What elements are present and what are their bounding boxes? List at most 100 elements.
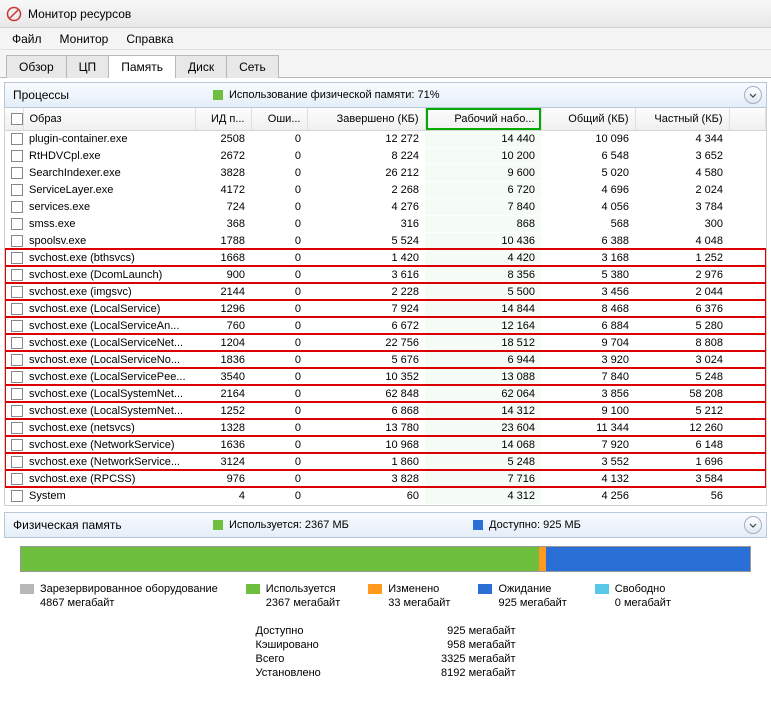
cell-shared: 7 840 [541,368,635,385]
menu-monitor[interactable]: Монитор [52,30,117,48]
tab-network[interactable]: Сеть [226,55,279,78]
col-faults[interactable]: Оши... [251,108,307,130]
cell-faults: 0 [251,402,307,419]
row-checkbox[interactable] [5,317,23,334]
physmem-panel: Зарезервированное оборудование4867 мегаб… [6,546,765,680]
row-checkbox[interactable] [5,249,23,266]
summary-available-value: 925 мегабайт [447,625,515,637]
row-checkbox[interactable] [5,334,23,351]
cell-pid: 3828 [195,164,251,181]
col-commit[interactable]: Завершено (КБ) [307,108,425,130]
table-row[interactable]: plugin-container.exe2508012 27214 44010 … [5,130,766,147]
tab-cpu[interactable]: ЦП [66,55,110,78]
col-checkbox[interactable] [5,108,23,130]
cell-image: svchost.exe (LocalSystemNet... [23,402,195,419]
col-pid[interactable]: ИД п... [195,108,251,130]
table-row[interactable]: System40604 3124 25656 [5,487,766,504]
legend-swatch [595,584,609,594]
row-checkbox[interactable] [5,470,23,487]
row-checkbox[interactable] [5,198,23,215]
legend-text: Ожидание925 мегабайт [498,582,566,610]
table-row[interactable]: svchost.exe (NetworkService...312401 860… [5,453,766,470]
cell-shared: 4 256 [541,487,635,504]
col-workingset[interactable]: Рабочий набо... [425,108,541,130]
menu-help[interactable]: Справка [118,30,181,48]
row-checkbox[interactable] [5,436,23,453]
cell-commit: 13 780 [307,419,425,436]
collapse-icon[interactable] [744,86,762,104]
process-table-wrap: Образ ИД п... Оши... Завершено (КБ) Рабо… [4,108,767,506]
col-spacer [729,108,766,130]
table-row[interactable]: svchost.exe (NetworkService)1636010 9681… [5,436,766,453]
row-checkbox[interactable] [5,164,23,181]
legend-swatch [20,584,34,594]
cell-pid: 3540 [195,368,251,385]
table-row[interactable]: smss.exe3680316868568300 [5,215,766,232]
table-row[interactable]: svchost.exe (LocalServicePee...3540010 3… [5,368,766,385]
collapse-icon[interactable] [744,516,762,534]
cell-workingset: 14 312 [425,402,541,419]
table-row[interactable]: svchost.exe (RPCSS)97603 8287 7164 1323 … [5,470,766,487]
cell-shared: 6 388 [541,232,635,249]
cell-shared: 4 696 [541,181,635,198]
cell-image: svchost.exe (NetworkService... [23,453,195,470]
row-checkbox[interactable] [5,266,23,283]
cell-image: SearchIndexer.exe [23,164,195,181]
row-checkbox[interactable] [5,300,23,317]
table-row[interactable]: svchost.exe (LocalSystemNet...125206 868… [5,402,766,419]
cell-shared: 5 020 [541,164,635,181]
table-row[interactable]: svchost.exe (LocalServiceAn...76006 6721… [5,317,766,334]
row-checkbox[interactable] [5,215,23,232]
row-checkbox[interactable] [5,419,23,436]
cell-pid: 2164 [195,385,251,402]
cell-private: 4 344 [635,130,729,147]
section-processes-title: Процессы [13,88,213,102]
row-checkbox[interactable] [5,147,23,164]
cell-faults: 0 [251,436,307,453]
table-row[interactable]: svchost.exe (bthsvcs)166801 4204 4203 16… [5,249,766,266]
row-checkbox[interactable] [5,130,23,147]
cell-pid: 4 [195,487,251,504]
section-processes-header[interactable]: Процессы Использование физической памяти… [4,82,767,108]
table-row[interactable]: services.exe72404 2767 8404 0563 784 [5,198,766,215]
tab-disk[interactable]: Диск [175,55,227,78]
col-image[interactable]: Образ [23,108,195,130]
row-checkbox[interactable] [5,487,23,504]
cell-faults: 0 [251,351,307,368]
cell-workingset: 13 088 [425,368,541,385]
table-row[interactable]: RtHDVCpl.exe267208 22410 2006 5483 652 [5,147,766,164]
table-row[interactable]: svchost.exe (DcomLaunch)90003 6168 3565 … [5,266,766,283]
table-row[interactable]: svchost.exe (imgsvc)214402 2285 5003 456… [5,283,766,300]
cell-image: svchost.exe (LocalServiceNet... [23,334,195,351]
table-row[interactable]: SearchIndexer.exe3828026 2129 6005 0204 … [5,164,766,181]
col-private[interactable]: Частный (КБ) [635,108,729,130]
table-row[interactable]: svchost.exe (LocalSystemNet...2164062 84… [5,385,766,402]
cell-faults: 0 [251,317,307,334]
row-checkbox[interactable] [5,283,23,300]
table-row[interactable]: svchost.exe (LocalServiceNo...183605 676… [5,351,766,368]
cell-faults: 0 [251,470,307,487]
window-title: Монитор ресурсов [28,7,131,21]
row-checkbox[interactable] [5,385,23,402]
row-checkbox[interactable] [5,368,23,385]
tab-memory[interactable]: Память [108,55,176,78]
row-checkbox[interactable] [5,232,23,249]
table-row[interactable]: ServiceLayer.exe417202 2686 7204 6962 02… [5,181,766,198]
tab-overview[interactable]: Обзор [6,55,67,78]
section-physmem-header[interactable]: Физическая память Используется: 2367 МБ … [4,512,767,538]
cell-image: smss.exe [23,215,195,232]
table-row[interactable]: svchost.exe (netsvcs)1328013 78023 60411… [5,419,766,436]
table-row[interactable]: svchost.exe (LocalServiceNet...1204022 7… [5,334,766,351]
row-checkbox[interactable] [5,402,23,419]
row-checkbox[interactable] [5,351,23,368]
legend-used: Используется2367 мегабайт [246,582,340,610]
table-row[interactable]: spoolsv.exe178805 52410 4366 3884 048 [5,232,766,249]
col-shared[interactable]: Общий (КБ) [541,108,635,130]
menu-file[interactable]: Файл [4,30,50,48]
cell-image: svchost.exe (bthsvcs) [23,249,195,266]
cell-private: 5 248 [635,368,729,385]
cell-commit: 22 756 [307,334,425,351]
table-row[interactable]: svchost.exe (LocalService)129607 92414 8… [5,300,766,317]
row-checkbox[interactable] [5,453,23,470]
row-checkbox[interactable] [5,181,23,198]
